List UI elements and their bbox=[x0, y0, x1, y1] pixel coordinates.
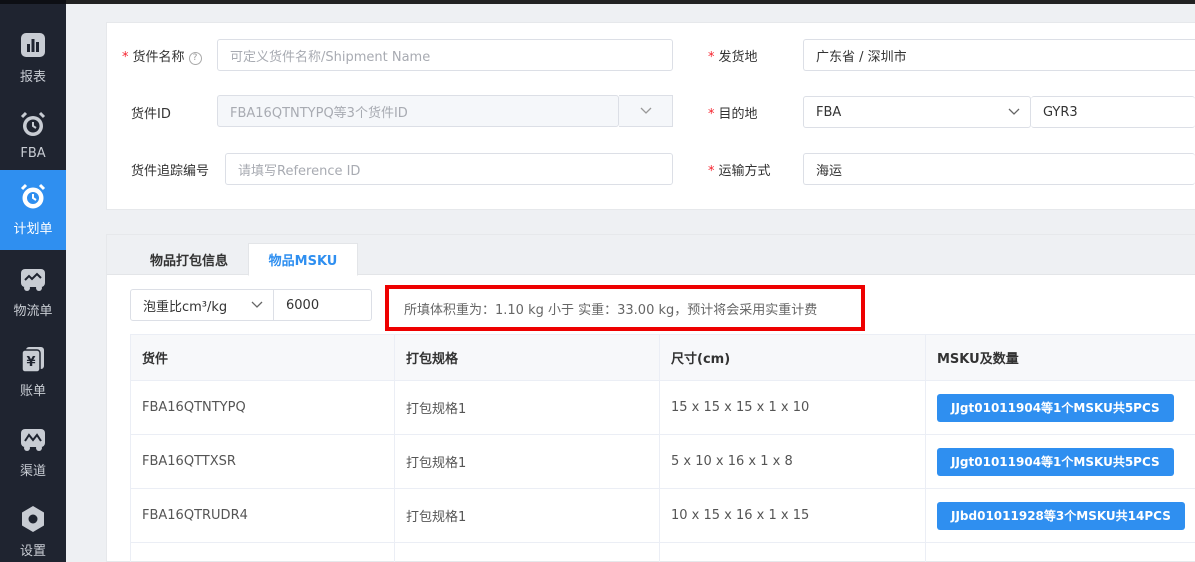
msku-cell: JJgt01011904等1个MSKU共5PCS bbox=[925, 435, 1195, 488]
sidebar-item-fba[interactable]: FBA bbox=[0, 98, 66, 178]
transport-select[interactable]: 海运 bbox=[803, 153, 1195, 185]
pack-spec-cell: 打包规格1 bbox=[394, 381, 659, 434]
origin-cascader[interactable]: 广东省 / 深圳市 bbox=[803, 39, 1195, 71]
shipment-id-select[interactable]: FBA16QTNTYPQ等3个货件ID bbox=[217, 95, 619, 127]
chevron-down-icon bbox=[640, 107, 651, 114]
bar-chart-icon bbox=[18, 30, 48, 60]
sidebar-item-channels[interactable]: 渠道 bbox=[0, 412, 66, 492]
shipment-cell: FBA16QTTXSR bbox=[130, 435, 394, 488]
yuan-bill-icon: ¥ bbox=[18, 344, 48, 374]
column-header: 货件 bbox=[130, 335, 394, 380]
sidebar-item-label: 账单 bbox=[19, 384, 46, 399]
sidebar-item-label: 物流单 bbox=[13, 304, 53, 319]
warning-text: 所填体积重为：1.10 kg 小于 实重：33.00 kg，预计将会采用实重计费 bbox=[404, 302, 818, 318]
ratio-unit-value: 泡重比cm³/kg bbox=[143, 299, 228, 315]
chevron-down-icon bbox=[1008, 108, 1020, 115]
table-row: FBA16QTRUDR4 打包规格1 10 x 15 x 16 x 1 x 15… bbox=[130, 489, 1195, 543]
empty-cell bbox=[130, 543, 394, 562]
msku-cell: JJbd01011928等3个MSKU共14PCS bbox=[925, 489, 1195, 542]
destination-type-select[interactable]: FBA bbox=[803, 96, 1031, 128]
sidebar-item-label: 报表 bbox=[19, 70, 46, 85]
top-bar bbox=[66, 0, 1195, 4]
transport-label: * 运输方式 bbox=[708, 164, 771, 179]
volume-weight-warning: 所填体积重为：1.10 kg 小于 实重：33.00 kg，预计将会采用实重计费 bbox=[385, 285, 865, 331]
truck-icon bbox=[18, 264, 48, 294]
settings-hex-icon bbox=[18, 504, 48, 534]
sidebar-item-label: 设置 bbox=[19, 544, 46, 559]
destination-type-value: FBA bbox=[816, 104, 842, 120]
column-header: 尺寸(cm) bbox=[659, 335, 925, 380]
svg-text:¥: ¥ bbox=[26, 355, 35, 370]
table-row-empty bbox=[130, 543, 1195, 562]
sidebar-item-settings[interactable]: 设置 bbox=[0, 492, 66, 562]
help-icon[interactable]: ? bbox=[188, 52, 202, 65]
sidebar-item-reports[interactable]: 报表 bbox=[0, 18, 66, 98]
shipment-id-label: 货件ID bbox=[131, 107, 171, 122]
tab-strip: 物品打包信息 物品MSKU bbox=[107, 235, 1195, 276]
shipment-name-input[interactable]: 可定义货件名称/Shipment Name bbox=[217, 39, 673, 71]
sidebar-item-label: 计划单 bbox=[13, 222, 53, 237]
sidebar-item-bills[interactable]: ¥ 账单 bbox=[0, 332, 66, 412]
tab-packing-info[interactable]: 物品打包信息 bbox=[129, 243, 249, 276]
column-header: 打包规格 bbox=[394, 335, 659, 380]
size-cell: 5 x 10 x 16 x 1 x 8 bbox=[659, 435, 925, 488]
shipment-id-dropdown-button[interactable] bbox=[619, 95, 673, 127]
shipment-name-label: * 货件名称? bbox=[122, 46, 202, 65]
size-cell: 15 x 15 x 15 x 1 x 10 bbox=[659, 381, 925, 434]
origin-label: * 发货地 bbox=[708, 50, 758, 65]
sidebar-item-logistics[interactable]: 物流单 bbox=[0, 252, 66, 332]
msku-button[interactable]: JJgt01011904等1个MSKU共5PCS bbox=[937, 393, 1174, 422]
destination-label: * 目的地 bbox=[708, 107, 758, 122]
empty-cell bbox=[925, 543, 1195, 562]
msku-button[interactable]: JJgt01011904等1个MSKU共5PCS bbox=[937, 447, 1174, 476]
sidebar-nav: 报表 FBA 计划单 物流单 ¥ 账单 渠道 设置 bbox=[0, 0, 66, 562]
tracking-label: 货件追踪编号 bbox=[131, 164, 210, 179]
msku-cell: JJgt01011904等1个MSKU共5PCS bbox=[925, 381, 1195, 434]
chevron-down-icon bbox=[251, 301, 263, 308]
ratio-unit-select[interactable]: 泡重比cm³/kg bbox=[130, 289, 274, 321]
alarm-clock-icon bbox=[18, 110, 48, 140]
empty-cell bbox=[659, 543, 925, 562]
msku-button[interactable]: JJbd01011928等3个MSKU共14PCS bbox=[937, 501, 1185, 530]
size-cell: 10 x 15 x 16 x 1 x 15 bbox=[659, 489, 925, 542]
empty-cell bbox=[394, 543, 659, 562]
table-header-row: 货件 打包规格 尺寸(cm) MSKU及数量 bbox=[130, 334, 1195, 381]
ratio-value-input[interactable]: 6000 bbox=[273, 289, 372, 321]
shipment-cell: FBA16QTRUDR4 bbox=[130, 489, 394, 542]
channel-truck-icon bbox=[18, 424, 48, 454]
tab-item-msku[interactable]: 物品MSKU bbox=[248, 243, 358, 276]
table-row: FBA16QTTXSR 打包规格1 5 x 10 x 16 x 1 x 8 JJ… bbox=[130, 435, 1195, 489]
sidebar-item-label: FBA bbox=[20, 146, 46, 161]
pack-spec-cell: 打包规格1 bbox=[394, 489, 659, 542]
tracking-input[interactable]: 请填写Reference ID bbox=[225, 153, 673, 185]
pack-spec-cell: 打包规格1 bbox=[394, 435, 659, 488]
alarm-clock-icon bbox=[18, 182, 48, 212]
table-row: FBA16QTNTYPQ 打包规格1 15 x 15 x 15 x 1 x 10… bbox=[130, 381, 1195, 435]
sidebar-item-label: 渠道 bbox=[19, 464, 46, 479]
column-header: MSKU及数量 bbox=[925, 335, 1195, 380]
destination-warehouse-input[interactable]: GYR3 bbox=[1031, 96, 1195, 128]
shipment-cell: FBA16QTNTYPQ bbox=[130, 381, 394, 434]
sidebar-item-plans[interactable]: 计划单 bbox=[0, 170, 66, 250]
